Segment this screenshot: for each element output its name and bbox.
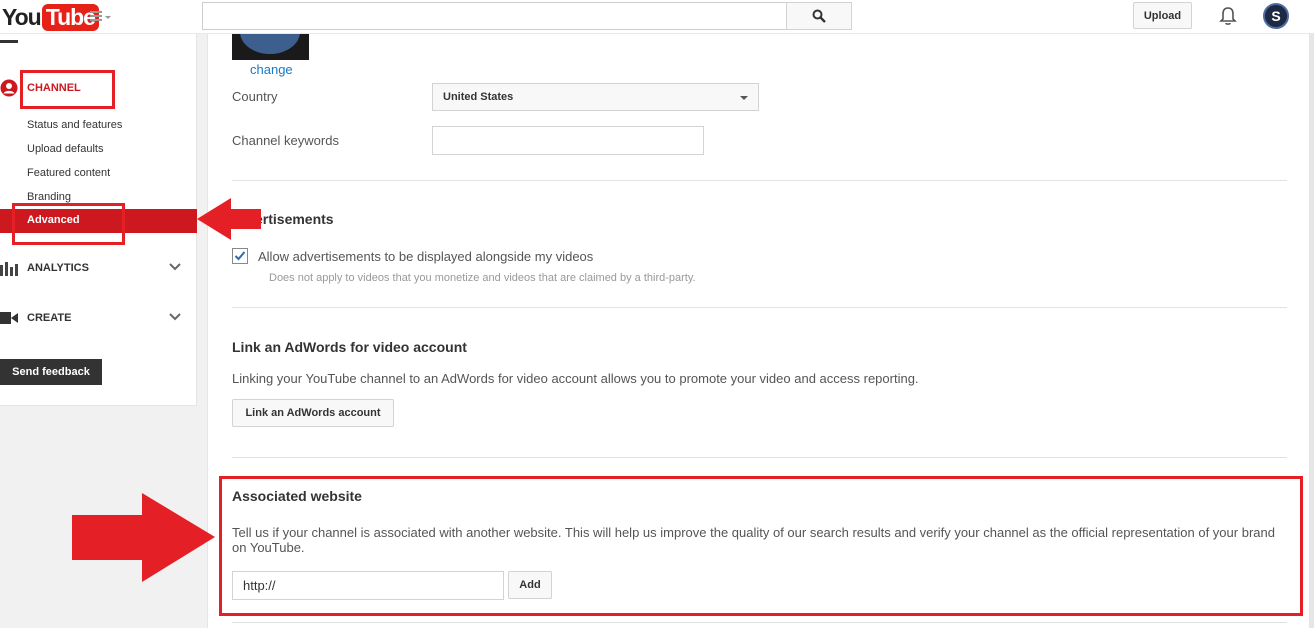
adwords-description: Linking your YouTube channel to an AdWor… (232, 371, 919, 386)
allow-ads-checkbox[interactable] (232, 248, 248, 264)
chevron-down-icon (169, 263, 181, 271)
youtube-logo[interactable]: You Tube (2, 2, 99, 32)
advertisements-heading: ertisements (255, 211, 334, 227)
video-camera-icon (0, 312, 18, 324)
dropdown-caret-icon (740, 96, 748, 100)
sidebar-item-status-features[interactable]: Status and features (27, 119, 122, 131)
sidebar-item-featured-content[interactable]: Featured content (27, 167, 110, 179)
guide-menu-icon[interactable] (90, 9, 114, 25)
section-divider (232, 307, 1287, 308)
change-avatar-link[interactable]: change (250, 62, 293, 77)
annotation-highlight-advanced (12, 203, 125, 245)
annotation-highlight-associated-website (219, 476, 1303, 616)
sidebar-item-upload-defaults[interactable]: Upload defaults (27, 143, 103, 155)
send-feedback-button[interactable]: Send feedback (0, 359, 102, 385)
sidebar-analytics-label: ANALYTICS (27, 262, 89, 274)
country-select[interactable]: United States (432, 83, 759, 111)
account-avatar[interactable]: S (1263, 3, 1289, 29)
page-scrollbar[interactable] (1309, 34, 1314, 628)
section-divider (232, 622, 1287, 623)
sidebar-create-label: CREATE (27, 312, 72, 324)
channel-keywords-label: Channel keywords (232, 133, 339, 148)
channel-keywords-input[interactable] (432, 126, 704, 155)
masthead: You Tube Upload S (0, 0, 1314, 34)
search-input[interactable] (202, 2, 787, 30)
country-label: Country (232, 89, 278, 104)
adwords-heading: Link an AdWords for video account (232, 339, 467, 355)
analytics-bars-icon (0, 262, 18, 276)
user-circle-icon (0, 79, 18, 97)
link-adwords-button[interactable]: Link an AdWords account (232, 399, 394, 427)
upload-button[interactable]: Upload (1133, 2, 1192, 29)
section-divider (232, 457, 1287, 458)
country-selected-value: United States (443, 91, 514, 103)
annotation-highlight-channel (20, 70, 115, 109)
notifications-bell-icon[interactable] (1217, 5, 1239, 27)
logo-you-text: You (2, 3, 42, 30)
search-button[interactable] (786, 2, 852, 30)
channel-avatar-thumbnail (232, 34, 309, 60)
chevron-down-icon (169, 313, 181, 321)
section-divider (232, 180, 1287, 181)
sidebar-divider (0, 40, 18, 43)
checkmark-icon (234, 251, 246, 261)
sidebar-item-branding[interactable]: Branding (27, 191, 71, 203)
allow-ads-label[interactable]: Allow advertisements to be displayed alo… (258, 249, 593, 264)
ads-note: Does not apply to videos that you moneti… (269, 272, 696, 284)
annotation-arrow-left-icon (197, 198, 261, 240)
annotation-arrow-right-icon (72, 493, 215, 582)
search-icon (812, 9, 826, 23)
